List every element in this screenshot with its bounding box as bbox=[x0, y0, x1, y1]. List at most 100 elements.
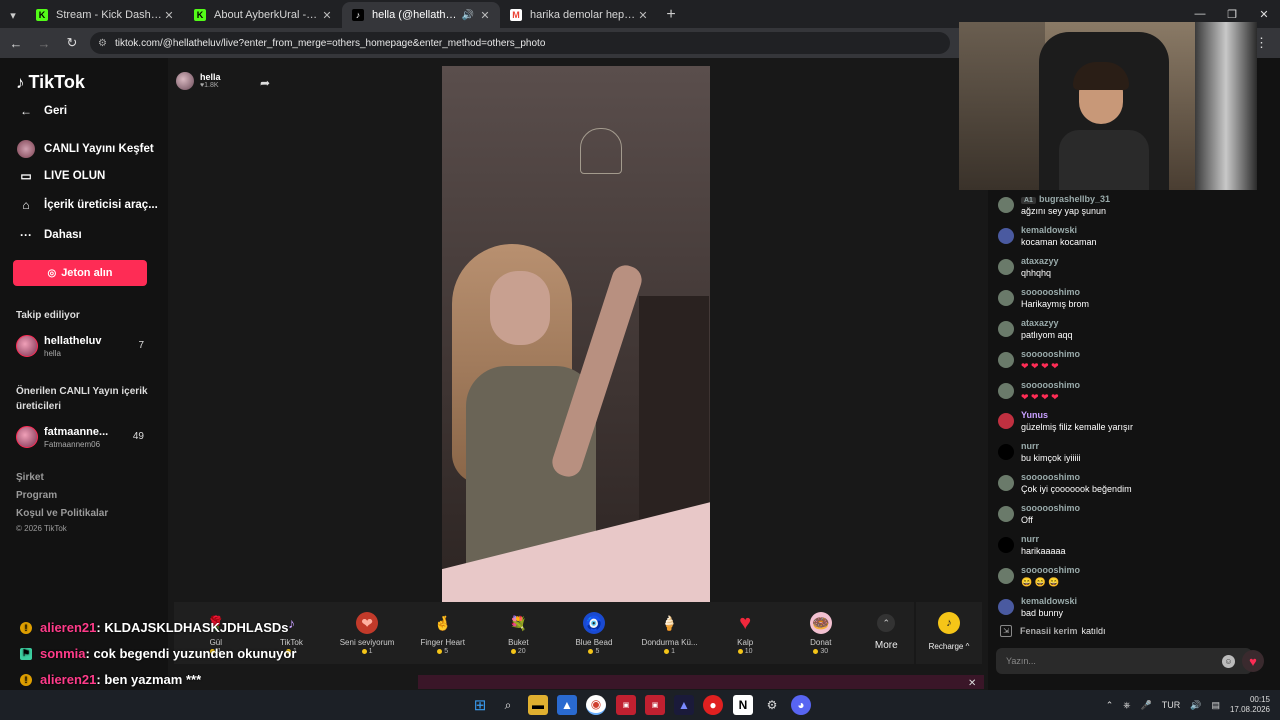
tab-search-icon[interactable]: ▾ bbox=[0, 2, 26, 28]
site-info-icon[interactable]: ⚙ bbox=[98, 38, 107, 49]
windows-start-icon[interactable]: ⊞ bbox=[470, 695, 490, 715]
sidebar-item-live-discover[interactable]: CANLI Yayını Keşfet bbox=[16, 140, 154, 158]
overlay-user: alieren21 bbox=[40, 672, 97, 687]
chat-user[interactable]: ataxazyy bbox=[1021, 318, 1059, 328]
tab-gmail[interactable]: M harika demolar hepsini dinle kü ✕ bbox=[500, 2, 658, 28]
gift-item[interactable]: ❤ Seni seviyorum 1 bbox=[329, 606, 405, 660]
lock-icon[interactable]: ▤ bbox=[1211, 700, 1220, 711]
photos-icon[interactable]: ▲ bbox=[557, 695, 577, 715]
emoji-icon[interactable]: ☺ bbox=[1222, 655, 1235, 668]
tab-close-icon[interactable]: ✕ bbox=[162, 9, 176, 22]
settings-icon[interactable]: ⚙ bbox=[762, 695, 782, 715]
tab-close-icon[interactable]: ✕ bbox=[478, 9, 492, 22]
sidebar-item-creator-tools[interactable]: ⌂ İçerik üreticisi araç... bbox=[16, 198, 157, 212]
gift-price: 20 bbox=[510, 648, 526, 655]
gift-price-value: 1 bbox=[671, 648, 676, 655]
more-gifts-button[interactable]: ⌃ More bbox=[859, 606, 914, 660]
recharge-button[interactable]: ♪ Recharge ^ bbox=[916, 602, 982, 664]
chat-message: nurr bu kimçok iyiiiii bbox=[998, 441, 1268, 471]
chat-user[interactable]: soooooshimo bbox=[1021, 349, 1080, 359]
chat-text: bu kimçok iyiiiii bbox=[1021, 453, 1081, 463]
avatar bbox=[998, 321, 1014, 337]
discord-icon[interactable]: ◕ bbox=[791, 695, 811, 715]
chat-user[interactable]: soooooshimo bbox=[1021, 287, 1080, 297]
app-icon[interactable]: ▣ bbox=[645, 695, 665, 715]
avatar bbox=[998, 259, 1014, 275]
clock[interactable]: 00:15 17.08.2026 bbox=[1230, 695, 1270, 715]
notion-icon[interactable]: N bbox=[733, 695, 753, 715]
tab-kick-dashboard[interactable]: K Stream - Kick Dashboard ✕ bbox=[26, 2, 184, 28]
overlay-close-icon[interactable]: ✕ bbox=[968, 678, 976, 689]
tab-hella-live[interactable]: ♪ hella (@hellatheluv) CANLI 🔊 ✕ bbox=[342, 2, 500, 28]
footer-link-company[interactable]: Şirket bbox=[16, 472, 44, 483]
chat-user[interactable]: nurr bbox=[1021, 441, 1039, 451]
following-account[interactable]: hellatheluv hella 7 bbox=[16, 335, 152, 363]
back-arrow-icon[interactable]: ← bbox=[4, 36, 28, 51]
chat-user[interactable]: ataxazyy bbox=[1021, 256, 1059, 266]
keyboard-language[interactable]: TUR bbox=[1162, 700, 1181, 710]
avatar bbox=[16, 426, 38, 448]
app-icon[interactable]: ▲ bbox=[674, 695, 694, 715]
back-link[interactable]: ← Geri bbox=[16, 104, 67, 118]
sidebar-item-more[interactable]: ··· Dahası bbox=[16, 228, 82, 242]
get-coins-button[interactable]: ◎ Jeton alın bbox=[13, 260, 147, 286]
url-text: tiktok.com/@hellatheluv/live?enter_from_… bbox=[114, 37, 546, 49]
address-bar[interactable]: ⚙ tiktok.com/@hellatheluv/live?enter_fro… bbox=[90, 32, 950, 54]
new-tab-button[interactable]: + bbox=[658, 2, 684, 28]
gift-item[interactable]: 🤞 Finger Heart 5 bbox=[405, 606, 481, 660]
gift-item[interactable]: 🍦 Dondurma Kü... 1 bbox=[632, 606, 708, 660]
suggested-account[interactable]: fatmaanne... Fatmaannem06 49 bbox=[16, 426, 152, 454]
chrome-icon[interactable]: ◉ bbox=[586, 695, 606, 715]
tiktok-logo[interactable]: ♪ TikTok bbox=[16, 72, 85, 93]
microphone-icon[interactable]: 🎤 bbox=[1141, 700, 1152, 711]
suggested-title: Önerilen CANLI Yayın içerik üreticileri bbox=[16, 386, 148, 412]
tray-chevron-icon[interactable]: ⌃ bbox=[1106, 700, 1114, 711]
tab-close-icon[interactable]: ✕ bbox=[636, 9, 650, 22]
record-icon[interactable]: ● bbox=[703, 695, 723, 715]
chat-user[interactable]: nurr bbox=[1021, 534, 1039, 544]
reload-icon[interactable]: ↻ bbox=[60, 35, 84, 51]
gift-item[interactable]: 🧿 Blue Bead 5 bbox=[556, 606, 632, 660]
live-video[interactable] bbox=[442, 66, 710, 603]
sidebar-item-go-live[interactable]: ▭ LIVE OLUN bbox=[16, 169, 105, 183]
gift-name: Finger Heart bbox=[420, 638, 465, 647]
overlay-user: sonmia bbox=[40, 646, 86, 661]
search-icon[interactable]: ⌕ bbox=[498, 695, 518, 715]
gift-item[interactable]: 💐 Buket 20 bbox=[481, 606, 557, 660]
chat-user[interactable]: soooooshimo bbox=[1021, 565, 1080, 575]
chat-user[interactable]: kemaldowski bbox=[1021, 225, 1077, 235]
gamepad-icon[interactable]: ⎈ bbox=[1123, 700, 1130, 711]
chat-user[interactable]: soooooshimo bbox=[1021, 472, 1080, 482]
avatar bbox=[176, 72, 194, 90]
like-heart-icon[interactable]: ♥ bbox=[1242, 650, 1264, 672]
gift-item[interactable]: 🍩 Donat 30 bbox=[783, 606, 859, 660]
tab-close-icon[interactable]: ✕ bbox=[320, 9, 334, 22]
volume-icon[interactable]: 🔊 bbox=[1190, 700, 1201, 711]
chat-user[interactable]: A1 bugrashellby_31 bbox=[1021, 194, 1110, 204]
footer-link-terms[interactable]: Koşul ve Politikalar bbox=[16, 508, 108, 519]
share-icon[interactable]: ➦ bbox=[260, 76, 270, 90]
gift-price-value: 10 bbox=[744, 648, 753, 655]
finger-heart-icon: 🤞 bbox=[433, 614, 452, 631]
forward-arrow-icon[interactable]: → bbox=[32, 36, 56, 51]
tab-about-ayberkural[interactable]: K About AyberkUral - Watch Live ✕ bbox=[184, 2, 342, 28]
gift-name: Buket bbox=[508, 638, 529, 647]
chat-user[interactable]: Yunus bbox=[1021, 410, 1048, 420]
join-user[interactable]: Fenasii kerim bbox=[1020, 626, 1078, 636]
gift-name: Blue Bead bbox=[575, 638, 613, 647]
file-explorer-icon[interactable]: ▬ bbox=[528, 695, 548, 715]
chat-message: soooooshimo Harikaymış brom bbox=[998, 287, 1268, 317]
avatar bbox=[998, 475, 1014, 491]
app-icon[interactable]: ▣ bbox=[616, 695, 636, 715]
gift-item[interactable]: ♥ Kalp 10 bbox=[707, 606, 783, 660]
avatar bbox=[998, 197, 1014, 213]
footer-link-program[interactable]: Program bbox=[16, 490, 57, 501]
host-info[interactable]: hella ♥1.8K bbox=[176, 72, 221, 90]
chat-text: kocaman kocaman bbox=[1021, 237, 1097, 247]
chat-user[interactable]: soooooshimo bbox=[1021, 380, 1080, 390]
coin-button-label: Jeton alın bbox=[61, 267, 113, 279]
speaker-icon[interactable]: 🔊 bbox=[462, 10, 474, 21]
chat-user[interactable]: soooooshimo bbox=[1021, 503, 1080, 513]
chat-input[interactable]: Yazın... ☺ bbox=[996, 648, 1252, 674]
chat-user[interactable]: kemaldowski bbox=[1021, 596, 1077, 606]
